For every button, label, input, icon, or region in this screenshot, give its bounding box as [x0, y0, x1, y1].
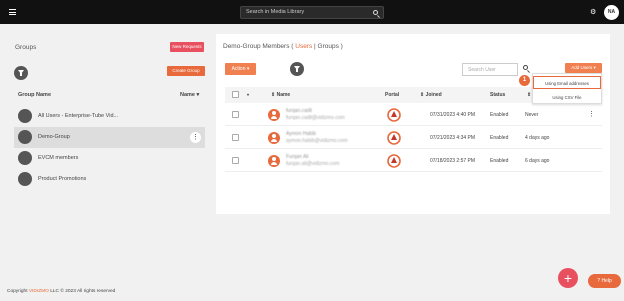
search-user-input[interactable]: Search User	[462, 63, 518, 76]
copyright-prefix: Copyright	[7, 289, 29, 294]
user-name: Aymon Habib	[286, 131, 316, 137]
user-email: aymon.habib@vidizmo.com	[286, 138, 348, 144]
copyright-footer: Copyright VIDIZMO LLC © 2023 All rights …	[7, 289, 115, 294]
user-avatar-icon	[268, 132, 280, 144]
group-item[interactable]: Product Promotions	[14, 169, 205, 190]
user-avatar[interactable]: NA	[604, 5, 619, 20]
group-label: Product Promotions	[38, 176, 87, 182]
groups-sidebar: Groups New Requests Create Group Group N…	[0, 24, 216, 286]
chevron-down-icon[interactable]: ▾	[247, 92, 249, 97]
new-requests-button[interactable]: New Requests	[170, 42, 204, 52]
joined-date: 07/21/2023 4:34 PM	[430, 135, 476, 141]
group-item[interactable]: EVCM members	[14, 148, 205, 169]
create-group-button[interactable]: Create Group	[167, 66, 205, 76]
group-list: All Users - Enterprise-Tube Vid... Demo-…	[14, 106, 205, 190]
filter-icon[interactable]	[14, 66, 28, 80]
settings-gears-icon[interactable]: ⚙	[590, 8, 596, 16]
user-avatar-icon	[268, 155, 280, 167]
top-bar: Search in Media Library ⚙ NA	[0, 0, 624, 24]
step-badge: 1	[519, 75, 530, 86]
row-checkbox[interactable]	[232, 111, 239, 118]
group-name-header: Group Name	[18, 92, 52, 98]
add-fab-button[interactable]: +	[558, 268, 578, 288]
col-status: Status	[490, 92, 506, 98]
media-search-input[interactable]: Search in Media Library	[240, 6, 384, 19]
group-label: EVCM members	[38, 155, 79, 161]
last-login: Never	[525, 112, 539, 118]
status: Enabled	[490, 135, 509, 141]
sort-icon[interactable]: ⇕	[527, 92, 531, 98]
table-row[interactable]: Aymon Habib aymon.habib@vidizmo.com 07/2…	[225, 127, 602, 149]
user-email: furqan.ali@vidizmo.com	[286, 161, 340, 167]
col-name[interactable]: ⇕ Name	[271, 92, 290, 98]
group-members-panel: Demo-Group Members ( Users | Groups ) Ac…	[216, 34, 610, 214]
row-checkbox[interactable]	[232, 134, 239, 141]
more-options-icon[interactable]: ⋮	[190, 132, 201, 143]
menu-item-email-addresses[interactable]: Using Email addresses	[533, 76, 601, 89]
menu-icon[interactable]	[9, 9, 16, 15]
panel-title: Demo-Group Members ( Users | Groups )	[223, 43, 343, 50]
select-all-checkbox[interactable]	[232, 91, 239, 98]
group-avatar	[18, 172, 32, 186]
user-avatar-icon	[268, 109, 280, 121]
joined-date: 07/31/2023 4:40 PM	[430, 112, 476, 118]
search-icon[interactable]	[523, 65, 528, 70]
add-users-button[interactable]: Add Users ▾	[565, 63, 602, 73]
user-email: furqan.cadil@vidizmo.com	[286, 115, 345, 121]
groups-title: Groups	[15, 44, 37, 51]
group-avatar	[18, 151, 32, 165]
filter-icon[interactable]	[290, 62, 304, 76]
col-joined[interactable]: ⇕ Joined	[420, 92, 442, 98]
action-dropdown-button[interactable]: Action ▾	[225, 63, 256, 75]
search-icon[interactable]	[373, 10, 378, 15]
help-label: Help	[601, 278, 612, 284]
user-name: Furqan Ali	[286, 154, 309, 160]
group-label: All Users - Enterprise-Tube Vid...	[38, 113, 119, 119]
menu-item-csv-file[interactable]: Using CSV File	[533, 91, 601, 104]
panel-title-prefix: Demo-Group Members (	[223, 43, 296, 50]
groups-tab-link[interactable]: | Groups )	[312, 43, 343, 50]
col-portal: Portal	[385, 92, 400, 98]
group-label: Demo-Group	[38, 134, 70, 140]
copyright-suffix: LLC © 2023 All rights reserved	[48, 289, 116, 294]
brand-name: VIDIZMO	[28, 289, 49, 294]
media-search-placeholder: Search in Media Library	[246, 9, 305, 15]
status: Enabled	[490, 158, 509, 164]
last-login: 6 days ago	[525, 158, 550, 164]
help-button[interactable]: ? Help	[588, 274, 621, 288]
group-item[interactable]: All Users - Enterprise-Tube Vid...	[14, 106, 205, 127]
more-options-icon[interactable]: ⋮	[588, 110, 595, 118]
group-avatar	[18, 109, 32, 123]
portal-logo-icon	[387, 131, 401, 145]
row-checkbox[interactable]	[232, 157, 239, 164]
user-name: furqan.cadil	[286, 108, 312, 114]
group-item-selected[interactable]: Demo-Group ⋮	[14, 127, 205, 148]
table-row[interactable]: furqan.cadil furqan.cadil@vidizmo.com 07…	[225, 104, 602, 126]
add-users-menu: Using Email addresses Using CSV File	[532, 73, 602, 104]
portal-logo-icon	[387, 154, 401, 168]
portal-logo-icon	[387, 108, 401, 122]
name-sort-dropdown[interactable]: Name ▾	[180, 92, 199, 98]
users-tab-link[interactable]: Users	[295, 43, 312, 50]
status: Enabled	[490, 112, 509, 118]
table-row[interactable]: Furqan Ali furqan.ali@vidizmo.com 07/18/…	[225, 150, 602, 172]
joined-date: 07/18/2023 2:57 PM	[430, 158, 476, 164]
group-avatar	[18, 130, 32, 144]
last-login: 4 days ago	[525, 135, 550, 141]
